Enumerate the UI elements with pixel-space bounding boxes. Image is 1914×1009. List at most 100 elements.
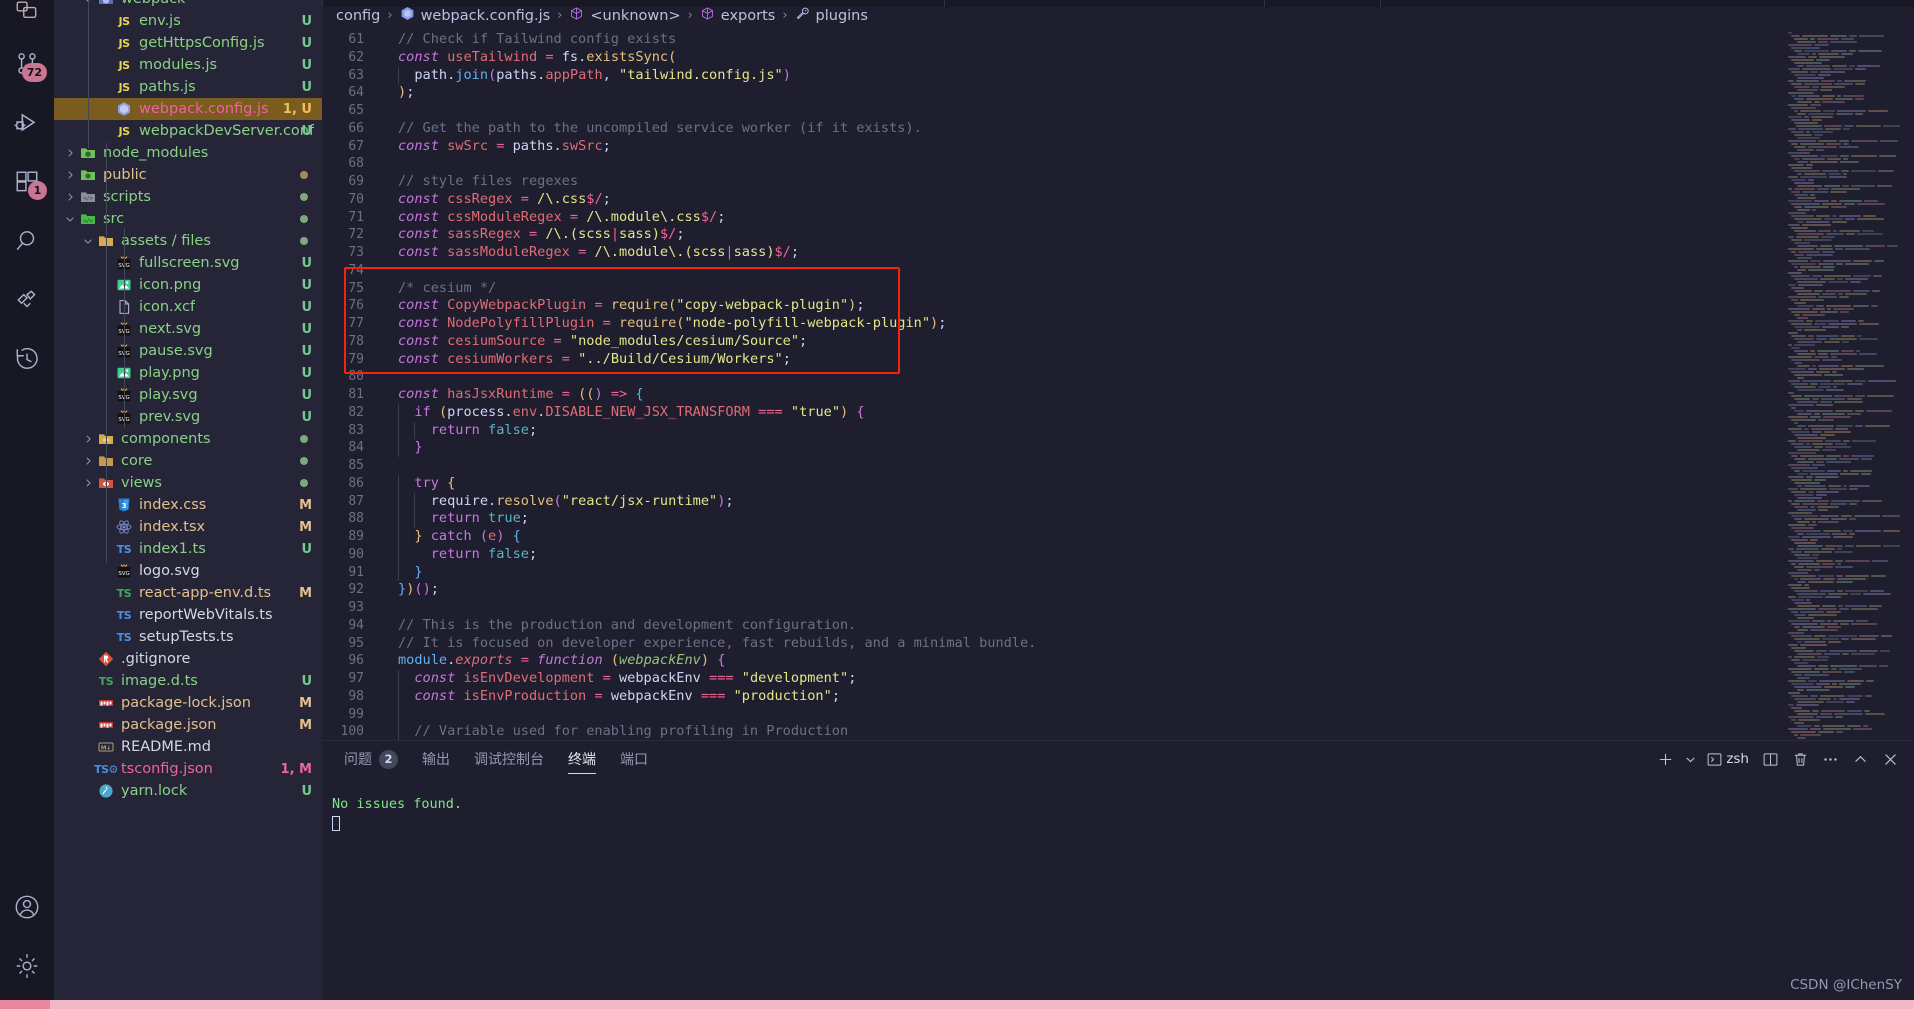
code-line[interactable]: 68 xyxy=(322,155,1914,173)
tree-item[interactable]: JS paths.js U xyxy=(54,76,322,98)
settings-gear-icon[interactable] xyxy=(0,936,54,995)
code-line[interactable]: 92})(); xyxy=(322,581,1914,599)
code-line[interactable]: 81 const hasJsxRuntime = (() => { xyxy=(322,386,1914,404)
tree-item[interactable]: TS react-app-env.d.ts M xyxy=(54,582,322,604)
code-line[interactable]: 98 const isEnvProduction = webpackEnv ==… xyxy=(322,688,1914,706)
tree-item[interactable]: </> scripts xyxy=(54,186,322,208)
tree-item[interactable]: node_modules xyxy=(54,142,322,164)
code-editor[interactable]: 61 // Check if Tailwind config exists 62 co… xyxy=(322,31,1914,740)
tree-item[interactable]: JS getHttpsConfig.js U xyxy=(54,32,322,54)
terminal-shell-button[interactable]: zsh xyxy=(1701,745,1754,773)
code-line[interactable]: 89 } catch (e) { xyxy=(322,528,1914,546)
tree-item[interactable]: SVGpause.svgU xyxy=(54,340,322,362)
panel-tab[interactable]: 终端 xyxy=(556,741,608,777)
tree-item[interactable]: TS image.d.ts U xyxy=(54,670,322,692)
panel-actions[interactable]: zsh xyxy=(1651,741,1904,777)
code-line[interactable]: 67 const swSrc = paths.swSrc; xyxy=(322,138,1914,156)
tree-item[interactable]: SVGprev.svgU xyxy=(54,406,322,428)
chevron-right-icon[interactable] xyxy=(62,148,78,158)
tree-item[interactable]: TS reportWebVitals.ts xyxy=(54,604,322,626)
code-line[interactable]: 71 const cssModuleRegex = /\.module\.css$… xyxy=(322,209,1914,227)
code-line[interactable]: 62 const useTailwind = fs.existsSync( xyxy=(322,49,1914,67)
tree-item[interactable]: TS index1.ts U xyxy=(54,538,322,560)
code-line[interactable]: 65 xyxy=(322,102,1914,120)
tree-item[interactable]: icon.png U xyxy=(54,274,322,296)
new-terminal-plus-icon[interactable] xyxy=(1651,745,1679,773)
tree-item[interactable]: TS⚙ tsconfig.json 1, M xyxy=(54,758,322,780)
panel-tab[interactable]: 问题 2 xyxy=(332,741,410,777)
breadcrumb-item-file[interactable]: webpack.config.js xyxy=(400,6,550,25)
tree-item[interactable]: play.png U xyxy=(54,362,322,384)
code-line[interactable]: 85 xyxy=(322,457,1914,475)
code-line[interactable]: 84 } xyxy=(322,439,1914,457)
tree-item[interactable]: package.json M xyxy=(54,714,322,736)
extensions-icon[interactable]: 1 xyxy=(0,152,54,211)
tree-item[interactable]: SVGnext.svgU xyxy=(54,318,322,340)
chevron-right-icon[interactable] xyxy=(80,478,96,488)
code-line[interactable]: 90 return false; xyxy=(322,546,1914,564)
code-line[interactable]: 63 path.join(paths.appPath, "tailwind.co… xyxy=(322,67,1914,85)
code-line[interactable]: 69 // style files regexes xyxy=(322,173,1914,191)
split-terminal-icon[interactable] xyxy=(1756,745,1784,773)
tree-item[interactable]: 3 index.css M xyxy=(54,494,322,516)
chevron-down-icon[interactable] xyxy=(62,214,78,224)
code-line[interactable]: 79 const cesiumWorkers = "../Build/Cesium… xyxy=(322,351,1914,369)
code-line[interactable]: 66 // Get the path to the uncompiled serv… xyxy=(322,120,1914,138)
explorer-icon[interactable] xyxy=(0,0,54,34)
code-line[interactable]: 78 const cesiumSource = "node_modules/ces… xyxy=(322,333,1914,351)
chevron-right-icon[interactable] xyxy=(62,170,78,180)
code-line[interactable]: 74 xyxy=(322,262,1914,280)
code-line[interactable]: 83 return false; xyxy=(322,422,1914,440)
tree-item[interactable]: M↓ README.md xyxy=(54,736,322,758)
terminal-output[interactable]: No issues found. xyxy=(332,781,1904,1009)
breadcrumb-item-unknown[interactable]: <unknown> xyxy=(569,6,681,25)
code-line[interactable]: 64); xyxy=(322,84,1914,102)
code-line[interactable]: 86 try { xyxy=(322,475,1914,493)
chevron-right-icon[interactable] xyxy=(80,456,96,466)
code-lines[interactable]: 61 // Check if Tailwind config exists 62 co… xyxy=(322,31,1914,740)
breadcrumb-item-config[interactable]: config xyxy=(336,8,380,24)
tree-item[interactable]: SVGfullscreen.svgU xyxy=(54,252,322,274)
code-line[interactable]: 96 module.exports = function (webpackEnv)… xyxy=(322,652,1914,670)
code-line[interactable]: 80 xyxy=(322,368,1914,386)
code-line[interactable]: 100 // Variable used for enabling profil… xyxy=(322,723,1914,740)
code-line[interactable]: 95 // It is focused on developer experien… xyxy=(322,635,1914,653)
file-tree[interactable]: webpack JS env.js U JS getHttpsConfig.js U JS mo… xyxy=(54,0,322,802)
tree-item[interactable]: </> src xyxy=(54,208,322,230)
tree-item[interactable]: JS env.js U xyxy=(54,10,322,32)
maximize-panel-chevron-up-icon[interactable] xyxy=(1846,745,1874,773)
code-line[interactable]: 76 const CopyWebpackPlugin = require("cop… xyxy=(322,297,1914,315)
tree-item[interactable]: JS webpackDevServer.config.jsU xyxy=(54,120,322,142)
tree-item[interactable]: TS setupTests.ts xyxy=(54,626,322,648)
more-actions-icon[interactable] xyxy=(1816,745,1844,773)
tree-item[interactable]: webpack xyxy=(54,0,322,10)
search-icon[interactable] xyxy=(0,211,54,270)
code-line[interactable]: 94 // This is the production and developm… xyxy=(322,617,1914,635)
tree-item[interactable]: SVGplay.svgU xyxy=(54,384,322,406)
breadcrumb-item-exports[interactable]: exports xyxy=(700,6,775,25)
code-line[interactable]: 82 if (process.env.DISABLE_NEW_JSX_TRANS… xyxy=(322,404,1914,422)
explorer-sidebar[interactable]: webpack JS env.js U JS getHttpsConfig.js U JS mo… xyxy=(54,0,322,1009)
panel-tab[interactable]: 输出 xyxy=(410,741,462,777)
code-line[interactable]: 73 const sassModuleRegex = /\.module\.(sc… xyxy=(322,244,1914,262)
chevron-down-icon[interactable] xyxy=(80,236,96,246)
chevron-right-icon[interactable] xyxy=(62,192,78,202)
tree-item[interactable]: .gitignore xyxy=(54,648,322,670)
source-control-icon[interactable]: 72 xyxy=(0,34,54,93)
code-line[interactable]: 93 xyxy=(322,599,1914,617)
breadcrumb[interactable]: config › webpack.config.js › <unknown> › xyxy=(322,0,1914,31)
tree-item[interactable]: icon.xcf U xyxy=(54,296,322,318)
tree-item[interactable]: webpack.config.js 1, U xyxy=(54,98,322,120)
code-line[interactable]: 75 /* cesium */ xyxy=(322,280,1914,298)
kill-terminal-trash-icon[interactable] xyxy=(1786,745,1814,773)
tree-item[interactable]: public xyxy=(54,164,322,186)
tree-item[interactable]: SVG logo.svg xyxy=(54,560,322,582)
breadcrumb-item-plugins[interactable]: plugins xyxy=(795,6,868,25)
code-line[interactable]: 70 const cssRegex = /\.css$/; xyxy=(322,191,1914,209)
panel-tab[interactable]: 调试控制台 xyxy=(462,741,556,777)
timeline-icon[interactable] xyxy=(0,329,54,388)
code-line[interactable]: 91 } xyxy=(322,564,1914,582)
accounts-icon[interactable] xyxy=(0,877,54,936)
tree-item[interactable]: views xyxy=(54,472,322,494)
chevron-down-icon[interactable] xyxy=(1681,745,1699,773)
